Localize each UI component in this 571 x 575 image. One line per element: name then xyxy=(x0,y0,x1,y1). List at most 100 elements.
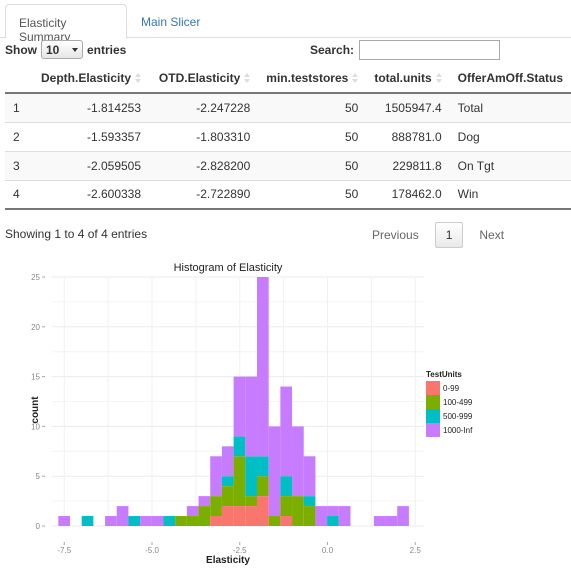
table-cell: -2.600338 xyxy=(32,179,150,210)
histogram-bar-1000-Inf xyxy=(280,386,293,477)
histogram-bar-0-99 xyxy=(280,516,293,526)
legend-title: TestUnits xyxy=(426,370,462,379)
histogram-bar-0-99 xyxy=(233,506,246,526)
search-label: Search: xyxy=(310,43,355,57)
table-cell: Total xyxy=(449,92,571,122)
legend-swatch xyxy=(426,423,440,437)
histogram-bar-500-999 xyxy=(280,476,293,497)
table-row[interactable]: 2 -1.593357 -1.803310 50 888781.0 Dog xyxy=(5,121,571,151)
previous-button[interactable]: Previous xyxy=(360,223,431,247)
x-axis-label: Elasticity xyxy=(206,555,250,566)
table-cell: -1.803310 xyxy=(149,121,259,151)
legend-label: 100-499 xyxy=(443,398,473,407)
table-cell: 178462.0 xyxy=(366,179,450,210)
histogram-bar-100-499 xyxy=(186,516,199,526)
column-header-total-units[interactable]: total.units xyxy=(366,63,450,94)
legend-label: 500-999 xyxy=(443,412,473,421)
x-tick-label: -5.0 xyxy=(145,546,159,555)
histogram-bar-1000-Inf xyxy=(116,506,129,526)
table-cell: Win xyxy=(449,179,571,210)
histogram-bar-100-499 xyxy=(303,506,316,526)
search-input[interactable] xyxy=(359,40,501,60)
legend-swatch xyxy=(426,395,440,409)
table-cell: -1.593357 xyxy=(32,121,150,151)
histogram-bar-1000-Inf xyxy=(338,506,351,526)
histogram-bar-1000-Inf xyxy=(151,516,164,526)
entries-select-value: 10 xyxy=(46,42,60,57)
y-axis-label: count xyxy=(30,396,41,424)
histogram-bar-1000-Inf xyxy=(327,506,339,517)
search-control: Search: xyxy=(310,40,501,60)
table-cell: 50 xyxy=(258,150,367,180)
histogram-bar-100-499 xyxy=(221,486,234,507)
table-cell: 4 xyxy=(5,179,33,210)
x-tick-label: 0.0 xyxy=(322,546,334,555)
sort-icon xyxy=(135,73,142,84)
sort-icon xyxy=(244,73,251,84)
table-cell: 50 xyxy=(258,92,367,122)
tab-bar: Elasticity Summary Main Slicer xyxy=(0,4,571,44)
table-cell: 2 xyxy=(5,121,33,151)
histogram-bar-1000-Inf xyxy=(303,456,316,497)
next-button[interactable]: Next xyxy=(467,223,516,247)
column-header-depth-elasticity[interactable]: Depth.Elasticity xyxy=(32,63,150,94)
sort-icon xyxy=(352,73,359,84)
table-cell: -2.722890 xyxy=(149,179,259,210)
table-cell: 888781.0 xyxy=(366,121,450,151)
histogram-bar-500-999 xyxy=(245,456,257,497)
table-cell: On Tgt xyxy=(449,150,571,180)
table-row[interactable]: 1 -1.814253 -2.247228 50 1505947.4 Total xyxy=(5,92,571,122)
column-header-index[interactable] xyxy=(5,63,33,94)
histogram-bar-500-999 xyxy=(303,496,316,507)
histogram-bar-1000-Inf xyxy=(292,426,304,497)
histogram-bar-100-499 xyxy=(233,456,246,507)
table-cell: -1.814253 xyxy=(32,92,150,122)
histogram-bar-0-99 xyxy=(210,516,222,526)
histogram-bar-100-499 xyxy=(175,516,187,526)
histogram-chart: 0510152025-7.5 -5.0 -2.5 0.0 2.5 Histogram o… xyxy=(30,262,473,566)
histogram-bar-100-499 xyxy=(292,496,304,526)
table-row[interactable]: 4 -2.600338 -2.722890 50 178462.0 Win xyxy=(5,179,571,210)
table-row[interactable]: 3 -2.059505 -2.828200 50 229811.8 On Tgt xyxy=(5,150,571,180)
table-cell: 1 xyxy=(5,92,33,122)
histogram-bar-1000-Inf xyxy=(198,496,211,507)
page-1-button[interactable]: 1 xyxy=(434,222,464,248)
histogram-bar-500-999 xyxy=(81,516,94,526)
histogram-bar-500-999 xyxy=(256,456,269,477)
table-cell: 3 xyxy=(5,150,33,180)
table-cell: Dog xyxy=(449,121,571,151)
legend-label: 1000-Inf xyxy=(443,426,473,435)
column-header-offer-status[interactable]: OfferAmOff.Status xyxy=(449,63,571,94)
column-header-otd-elasticity[interactable]: OTD.Elasticity xyxy=(149,63,259,94)
y-tick-label: 5 xyxy=(36,472,41,481)
histogram-bar-500-999 xyxy=(163,516,176,526)
legend-swatch xyxy=(426,381,440,395)
histogram-bar-1000-Inf xyxy=(315,506,328,526)
histogram-bar-1000-Inf xyxy=(373,516,386,526)
x-tick-label: -2.5 xyxy=(233,546,247,555)
legend-label: 0-99 xyxy=(443,384,460,393)
histogram-bar-1000-Inf xyxy=(397,506,409,526)
histogram-bar-100-499 xyxy=(280,496,293,517)
histogram-bar-1000-Inf xyxy=(268,426,281,517)
histogram-bar-0-99 xyxy=(245,506,257,526)
histogram-bar-500-999 xyxy=(233,436,246,457)
tab-elasticity-summary[interactable]: Elasticity Summary xyxy=(5,4,127,44)
tab-main-slicer[interactable]: Main Slicer xyxy=(128,4,213,39)
entries-label: entries xyxy=(87,42,127,57)
legend: TestUnits 0-99 100-499 500-999 1000-Inf xyxy=(426,370,473,437)
legend-swatch xyxy=(426,409,440,423)
histogram-bar-100-499 xyxy=(210,496,222,517)
entries-select[interactable]: 10 xyxy=(41,40,83,59)
column-header-min-teststores[interactable]: min.teststores xyxy=(258,63,367,94)
histogram-bar-100-499 xyxy=(245,496,257,507)
histogram-bar-500-999 xyxy=(221,476,234,487)
chart-title: Histogram of Elasticity xyxy=(174,262,283,274)
histogram-bar-100-499 xyxy=(268,516,281,526)
histogram-bar-1000-Inf xyxy=(221,446,234,477)
table-cell: -2.059505 xyxy=(32,150,150,180)
histogram-bar-100-499 xyxy=(256,476,269,497)
histogram-bar-1000-Inf xyxy=(186,506,199,517)
histogram-bar-1000-Inf xyxy=(256,277,269,457)
y-tick-label: 20 xyxy=(31,323,40,332)
